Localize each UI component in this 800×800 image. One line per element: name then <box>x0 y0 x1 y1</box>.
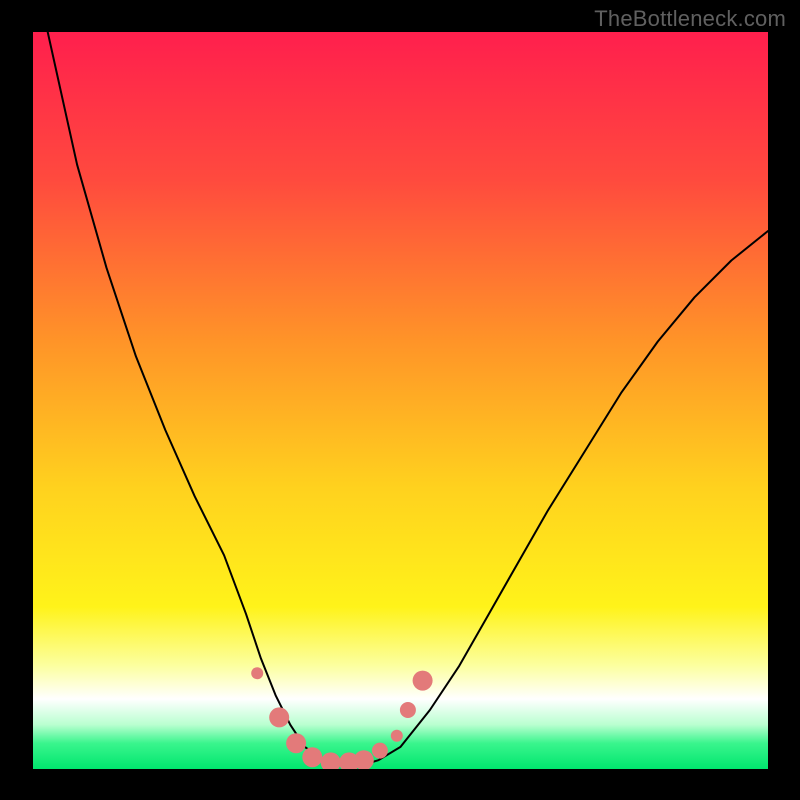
bottom-marker <box>302 747 322 767</box>
plot-background <box>33 32 768 769</box>
bottom-marker <box>251 667 263 679</box>
bottom-marker <box>400 702 416 718</box>
bottom-marker <box>413 671 433 691</box>
bottom-marker <box>321 752 341 772</box>
bottleneck-chart <box>0 0 800 800</box>
watermark-text: TheBottleneck.com <box>594 6 786 32</box>
bottom-marker <box>286 733 306 753</box>
bottom-marker <box>354 750 374 770</box>
bottom-marker <box>269 707 289 727</box>
bottom-marker <box>372 743 388 759</box>
bottom-marker <box>391 730 403 742</box>
